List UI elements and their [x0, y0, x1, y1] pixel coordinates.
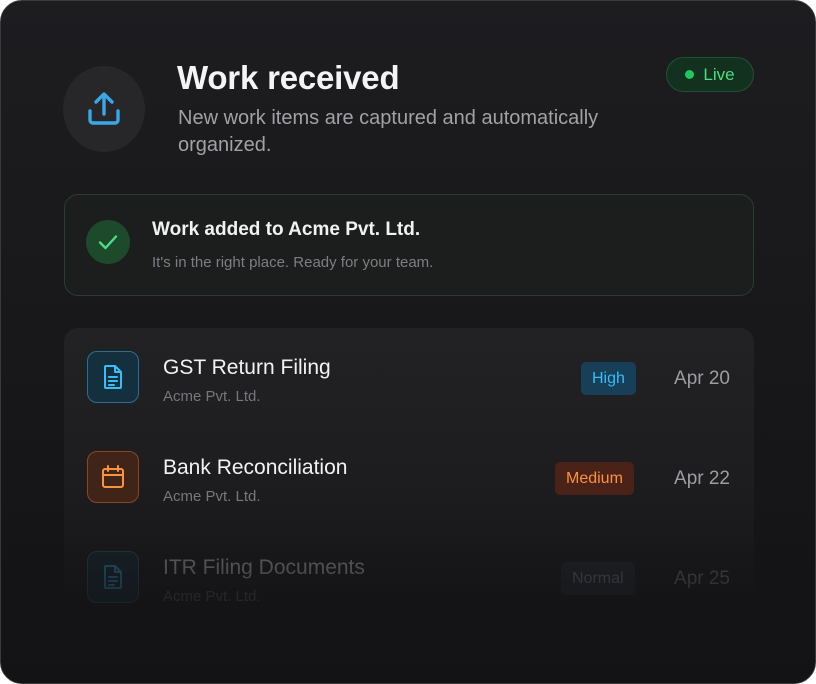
priority-badge: Medium: [555, 462, 634, 495]
work-item-list: GST Return Filing Acme Pvt. Ltd. High Ap…: [64, 328, 754, 628]
notice-subtitle: It's in the right place. Ready for your …: [152, 254, 434, 271]
work-item-row[interactable]: ITR Filing Documents Acme Pvt. Ltd. Norm…: [64, 528, 754, 608]
document-icon: [87, 551, 139, 603]
live-dot-icon: [685, 70, 695, 79]
priority-badge: Normal: [561, 562, 635, 595]
work-item-client: Acme Pvt. Ltd.: [163, 588, 261, 605]
success-notice: Work added to Acme Pvt. Ltd. It's in the…: [64, 194, 754, 296]
priority-badge: High: [581, 362, 636, 395]
live-status-label: Live: [703, 64, 735, 84]
work-item-client: Acme Pvt. Ltd.: [163, 488, 261, 505]
work-item-date: Apr 20: [674, 368, 730, 389]
upload-icon: [63, 66, 145, 152]
work-item-title: Bank Reconciliation: [163, 456, 348, 479]
live-status-badge: Live: [666, 57, 754, 92]
page-subtitle: New work items are captured and automati…: [178, 107, 599, 156]
calendar-icon: [87, 451, 139, 503]
notice-title: Work added to Acme Pvt. Ltd.: [152, 219, 421, 240]
work-item-date: Apr 22: [674, 468, 730, 489]
work-item-row[interactable]: Bank Reconciliation Acme Pvt. Ltd. Mediu…: [64, 428, 754, 508]
work-item-row[interactable]: GST Return Filing Acme Pvt. Ltd. High Ap…: [64, 328, 754, 408]
document-icon: [87, 351, 139, 403]
work-item-title: GST Return Filing: [163, 356, 331, 379]
work-item-client: Acme Pvt. Ltd.: [163, 388, 261, 405]
work-item-title: ITR Filing Documents: [163, 556, 365, 579]
page-title: Work received: [177, 59, 400, 96]
work-received-card: Work received New work items are capture…: [0, 0, 816, 684]
check-icon: [86, 220, 130, 264]
work-item-date: Apr 25: [674, 568, 730, 589]
